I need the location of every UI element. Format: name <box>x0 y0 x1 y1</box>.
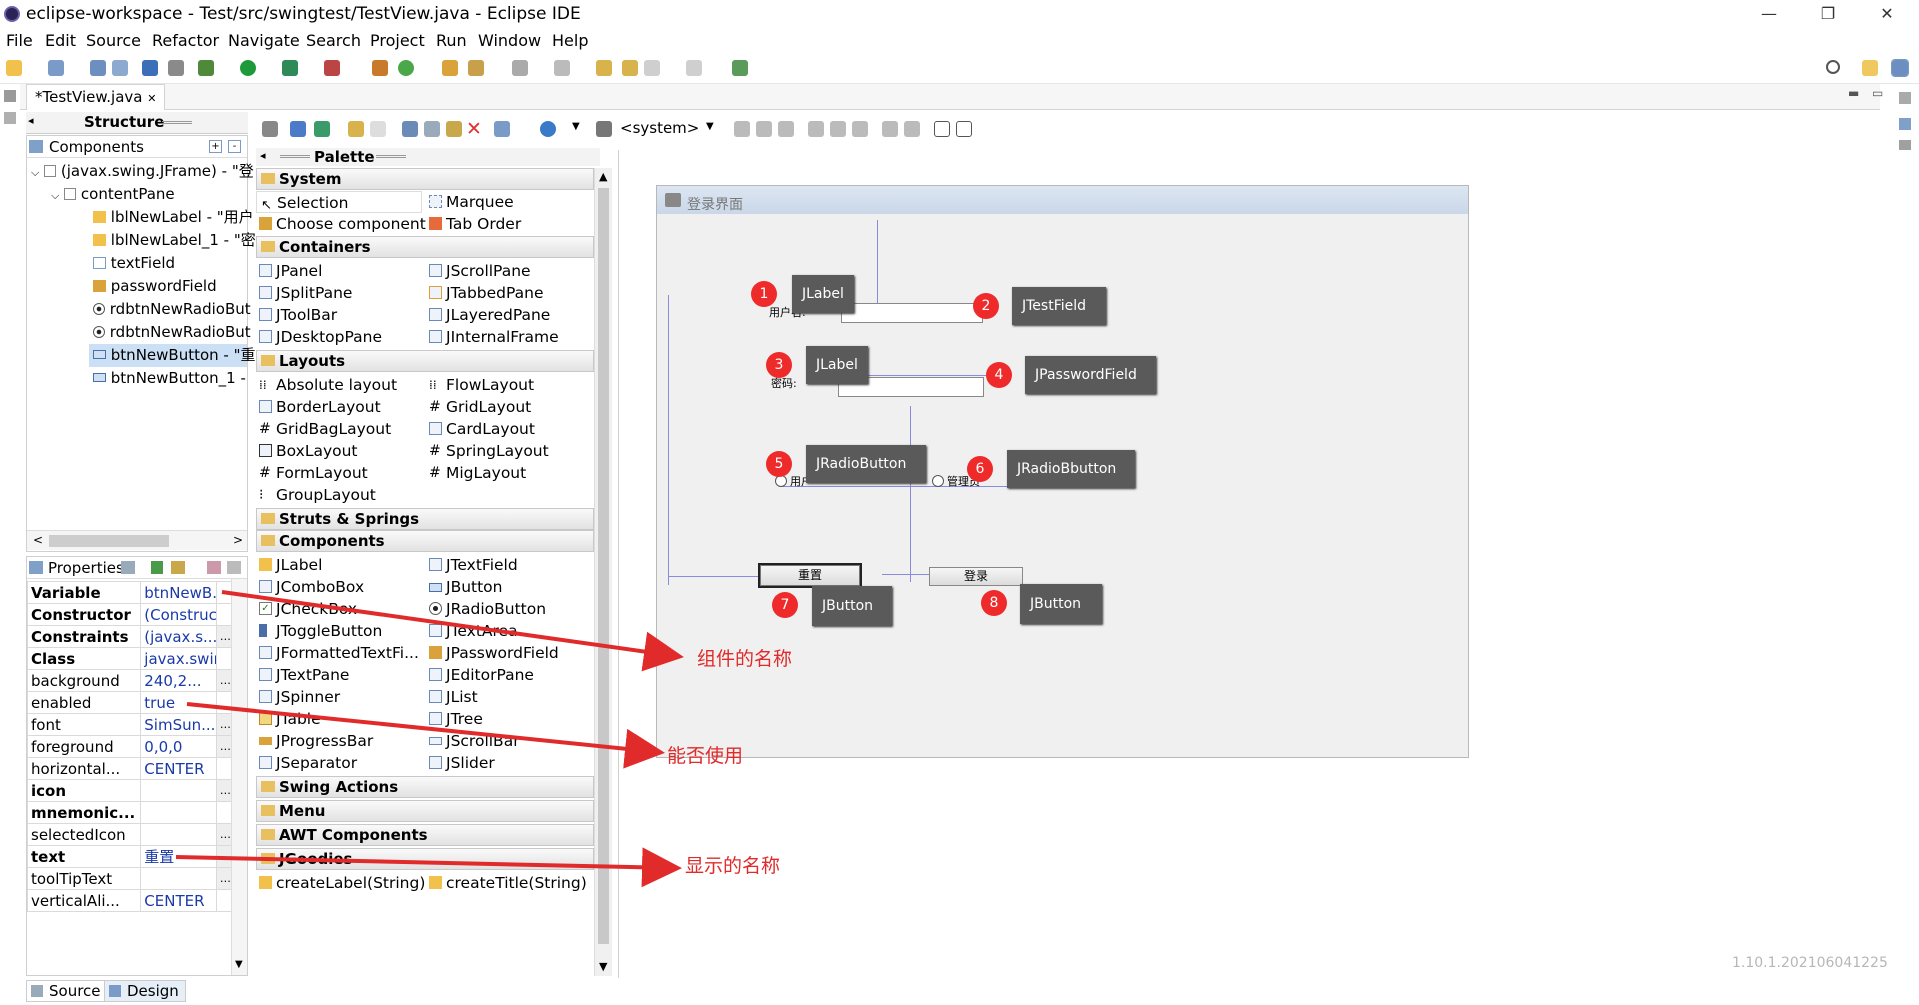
annotation-display-name: 显示的名称 <box>685 855 781 877</box>
tab-label: Source <box>49 982 101 1000</box>
arrow-display-name <box>175 847 682 888</box>
tab-source[interactable]: Source <box>26 980 108 1002</box>
design-icon <box>109 985 121 997</box>
annotation-enabled: 能否使用 <box>667 745 744 767</box>
version-label: 1.10.1.202106041225 <box>1732 955 1888 971</box>
annotation-component-name: 组件的名称 <box>697 648 793 670</box>
tab-design[interactable]: Design <box>104 980 186 1002</box>
annotation-arrows <box>175 590 684 888</box>
arrow-component-name <box>221 590 684 672</box>
editor-bottom-tabs: Source Design <box>20 977 320 1003</box>
arrow-enabled <box>186 702 665 769</box>
source-icon <box>31 985 43 997</box>
tab-label: Design <box>127 982 179 1000</box>
